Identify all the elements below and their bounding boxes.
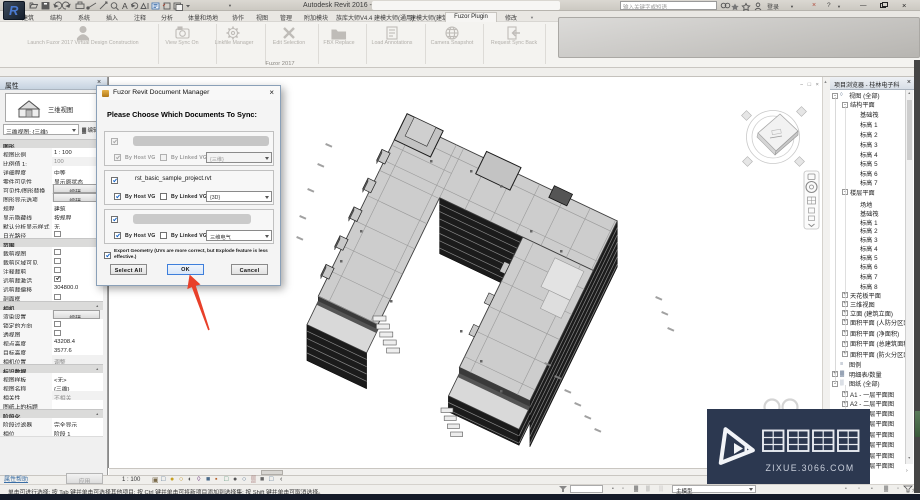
svg-text:A: A xyxy=(122,1,128,11)
svg-text::0: :0 xyxy=(912,488,916,493)
svg-text:ZIXUE.3066.COM: ZIXUE.3066.COM xyxy=(765,463,854,473)
